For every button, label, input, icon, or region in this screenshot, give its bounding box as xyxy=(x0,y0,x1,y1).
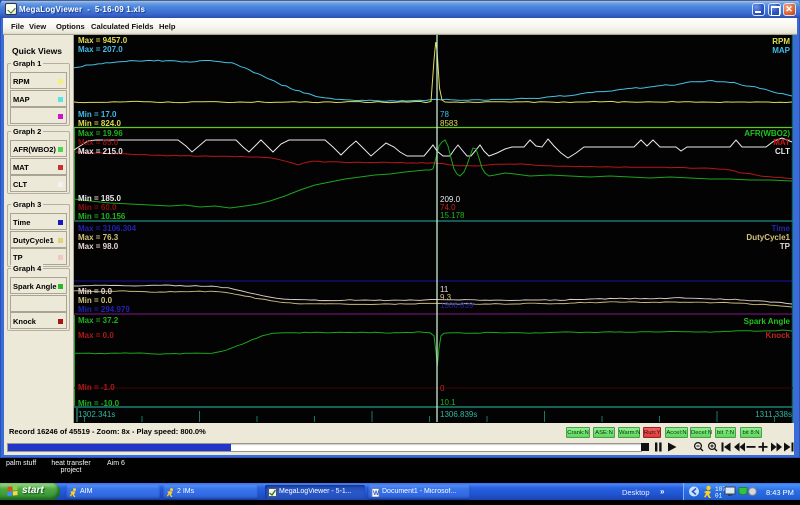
svg-text:01: 01 xyxy=(715,493,723,500)
svg-text:Max = 215.0: Max = 215.0 xyxy=(78,147,123,156)
svg-text:RPM: RPM xyxy=(772,37,790,46)
svg-text:1306.839s: 1306.839s xyxy=(440,410,477,419)
svg-text:15.178: 15.178 xyxy=(440,211,465,220)
svg-text:Max = 85.0: Max = 85.0 xyxy=(78,138,119,147)
svg-text:1302.341s: 1302.341s xyxy=(78,410,115,419)
svg-text:AFR(WBO2): AFR(WBO2) xyxy=(744,129,790,138)
svg-text:10.1: 10.1 xyxy=(440,398,456,407)
svg-text:Min = 185.0: Min = 185.0 xyxy=(78,194,121,203)
svg-text:Spark Angle: Spark Angle xyxy=(744,317,791,326)
svg-text:Min = -1.0: Min = -1.0 xyxy=(78,383,115,392)
svg-text:Knock: Knock xyxy=(766,331,791,340)
svg-text:Min = 17.0: Min = 17.0 xyxy=(78,110,117,119)
svg-text:MAT: MAT xyxy=(773,138,790,147)
svg-text:Max = 37.2: Max = 37.2 xyxy=(78,316,119,325)
svg-text:Max = 3106.304: Max = 3106.304 xyxy=(78,224,137,233)
svg-text:Min = 294.979: Min = 294.979 xyxy=(78,305,130,314)
svg-text:1311.338s: 1311.338s xyxy=(755,410,792,419)
svg-text:MAP: MAP xyxy=(772,46,790,55)
svg-text:Max = 98.0: Max = 98.0 xyxy=(78,242,119,251)
svg-text:Max = 207.0: Max = 207.0 xyxy=(78,45,123,54)
svg-text:Max = 9457.0: Max = 9457.0 xyxy=(78,36,128,45)
svg-text:Max = 76.3: Max = 76.3 xyxy=(78,233,119,242)
svg-text:78: 78 xyxy=(440,110,449,119)
svg-text:TP: TP xyxy=(780,242,791,251)
svg-text:8583: 8583 xyxy=(440,119,458,128)
svg-text:Min = 10.156: Min = 10.156 xyxy=(78,212,126,221)
svg-text:0: 0 xyxy=(440,384,445,393)
svg-text:Max = 19.96: Max = 19.96 xyxy=(78,129,123,138)
svg-text:DutyCycle1: DutyCycle1 xyxy=(746,233,790,242)
svg-text:Time: Time xyxy=(771,224,790,233)
svg-text:Min = 0.0: Min = 0.0 xyxy=(78,287,113,296)
svg-text:Min = 60.0: Min = 60.0 xyxy=(78,203,117,212)
svg-text:W: W xyxy=(373,490,380,497)
svg-text:Min = 824.0: Min = 824.0 xyxy=(78,119,121,128)
svg-text:CLT: CLT xyxy=(775,147,790,156)
svg-text:1306.839: 1306.839 xyxy=(440,301,474,310)
svg-text:Max = 0.0: Max = 0.0 xyxy=(78,331,114,340)
svg-text:Min = -10.0: Min = -10.0 xyxy=(78,399,120,408)
svg-text:Min = 0.0: Min = 0.0 xyxy=(78,296,113,305)
